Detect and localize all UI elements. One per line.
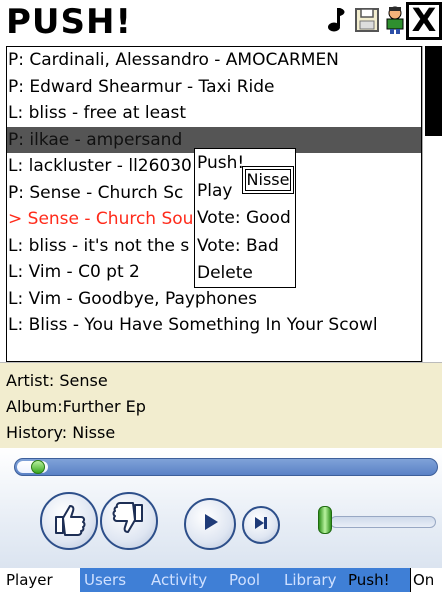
- artist-line: Artist: Sense: [6, 368, 442, 394]
- list-item[interactable]: L: bliss - free at least: [7, 100, 421, 127]
- thumbs-down-button[interactable]: [100, 492, 158, 550]
- tab-on[interactable]: On: [410, 568, 442, 592]
- thumbs-up-button[interactable]: [40, 492, 98, 550]
- queue-scrollbar[interactable]: [422, 46, 442, 362]
- history-label: History:: [6, 423, 68, 442]
- list-item[interactable]: P: Edward Shearmur - Taxi Ride: [7, 74, 421, 101]
- menu-item-play[interactable]: Play: [197, 180, 232, 202]
- history-line: History: Nisse: [6, 420, 442, 446]
- tab-bar: Player Users Activity Pool Library Push!…: [0, 568, 442, 592]
- menu-item-vote-bad[interactable]: Vote: Bad: [197, 235, 279, 257]
- menu-item-push[interactable]: Push!: [197, 152, 244, 174]
- volume-knob[interactable]: [318, 506, 332, 534]
- history-value: Nisse: [72, 423, 116, 442]
- artist-label: Artist:: [6, 371, 55, 390]
- tab-users[interactable]: Users: [84, 568, 126, 592]
- thumbs-up-icon: [50, 500, 88, 542]
- save-icon[interactable]: [352, 4, 382, 36]
- volume-track[interactable]: [330, 516, 436, 528]
- menu-item-delete[interactable]: Delete: [197, 262, 253, 284]
- play-button[interactable]: [184, 498, 236, 550]
- play-icon: [198, 510, 222, 538]
- app-title: PUSH!: [6, 2, 132, 42]
- submenu-user: Nisse: [242, 166, 294, 194]
- next-button[interactable]: [242, 506, 280, 544]
- close-button[interactable]: X: [406, 2, 442, 40]
- album-value: Further Ep: [62, 397, 146, 416]
- album-label: Album:: [6, 397, 63, 416]
- progress-bar[interactable]: [14, 458, 438, 476]
- menu-item-vote-good[interactable]: Vote: Good: [197, 207, 291, 229]
- list-item[interactable]: L: Vim - Goodbye, Payphones: [7, 286, 421, 313]
- list-item[interactable]: P: Cardinali, Alessandro - AMOCARMEN: [7, 47, 421, 74]
- player-controls: [0, 448, 442, 568]
- thumbs-down-icon: [110, 500, 148, 542]
- volume-slider[interactable]: [318, 506, 436, 534]
- artist-value: Sense: [59, 371, 108, 390]
- tab-library[interactable]: Library: [284, 568, 336, 592]
- track-info-panel: Artist: Sense Album:Further Ep History: …: [0, 362, 442, 448]
- next-icon: [252, 514, 270, 536]
- music-note-icon[interactable]: [322, 4, 352, 36]
- album-line: Album:Further Ep: [6, 394, 442, 420]
- submenu-item-nisse[interactable]: Nisse: [245, 169, 291, 191]
- tab-push[interactable]: Push!: [348, 568, 390, 592]
- list-item[interactable]: L: Bliss - You Have Something In Your Sc…: [7, 312, 421, 339]
- title-bar: PUSH! X: [0, 0, 442, 44]
- tab-player[interactable]: Player: [0, 568, 80, 592]
- tab-activity[interactable]: Activity: [151, 568, 207, 592]
- tab-pool[interactable]: Pool: [229, 568, 260, 592]
- scrollbar-thumb[interactable]: [425, 46, 442, 136]
